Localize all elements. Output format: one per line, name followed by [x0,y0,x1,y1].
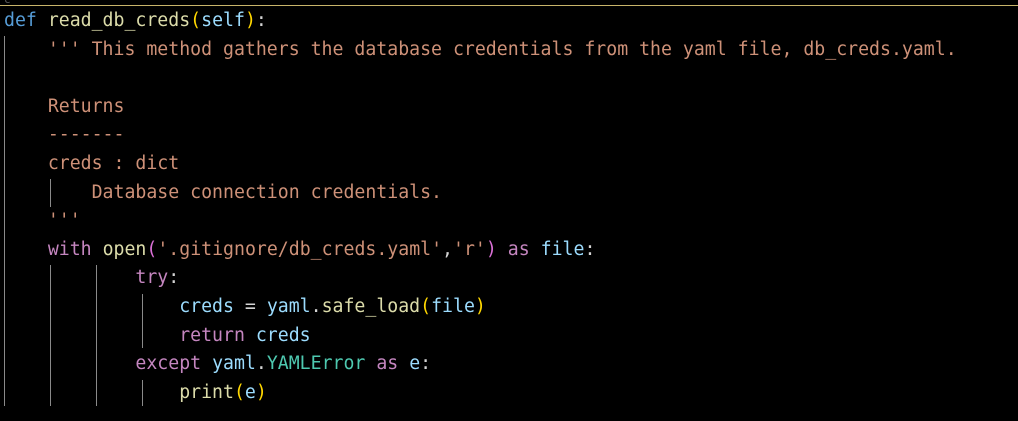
code-token: : [255,10,267,31]
code-token: Database connection credentials. [91,181,443,203]
code-token: ) [255,381,267,403]
code-token: file [431,296,475,317]
code-token: ''' [47,210,81,232]
code-token: : [168,267,180,289]
code-token: yaml [266,296,311,317]
code-token: creds : dict [47,153,180,174]
code-token: e [409,353,421,375]
code-token: e [244,381,256,403]
code-token: creds [255,324,311,346]
code-token: ( [420,296,432,317]
code-token: file [540,238,585,260]
code-token: . [255,353,267,375]
code-line: try: [4,263,179,292]
code-token: as [507,238,530,260]
code-line: return creds [4,321,311,350]
code-token: ( [190,10,202,31]
code-token: , [442,238,453,260]
code-token: yaml [212,353,256,375]
code-token: def [4,10,37,31]
code-token: try [135,267,169,289]
code-line: Database connection credentials. [4,178,442,207]
code-token: ) [244,10,256,31]
code-token: safe_load [321,296,421,317]
code-line: print(e) [4,378,267,407]
code-token: except [135,353,202,375]
code-token: self [201,10,245,31]
code-token: : [420,353,432,375]
code-token: read_db_creds [47,10,191,31]
code-token: print [179,381,234,403]
code-line: creds : dict [4,149,179,178]
code-token: YAMLError [266,353,366,375]
code-line: ------- [4,120,125,149]
code-token: = [233,296,267,317]
code-token: with [47,238,92,260]
code-token: ( [233,381,245,403]
code-line: ''' This method gathers the database cre… [4,35,957,64]
code-token: return [179,324,245,346]
code-token: ( [146,238,158,260]
code-line: creds = yaml.safe_load(file) [4,292,486,321]
code-token: ------- [47,124,125,146]
code-line: ''' [4,206,81,235]
code-line: except yaml.YAMLError as e: [4,349,431,378]
code-line: def read_db_creds(self): [4,6,267,35]
code-token: '.gitignore/db_creds.yaml' [157,238,443,260]
code-line: with open('.gitignore/db_creds.yaml','r'… [4,235,596,264]
code-token: as [376,353,399,375]
code-token: . [310,296,322,317]
code-token: : [584,238,596,260]
code-token: Returns [47,95,125,117]
code-token: ''' This method gathers the database cre… [47,38,957,60]
code-token: creds [179,296,234,317]
code-token: open [102,238,147,260]
code-token: ) [474,296,486,317]
code-editor[interactable]: c def read_db_creds(self): ''' This meth… [0,0,1018,421]
code-token: 'r' [453,238,486,260]
code-line: Returns [4,92,125,121]
code-token: ) [485,238,497,260]
